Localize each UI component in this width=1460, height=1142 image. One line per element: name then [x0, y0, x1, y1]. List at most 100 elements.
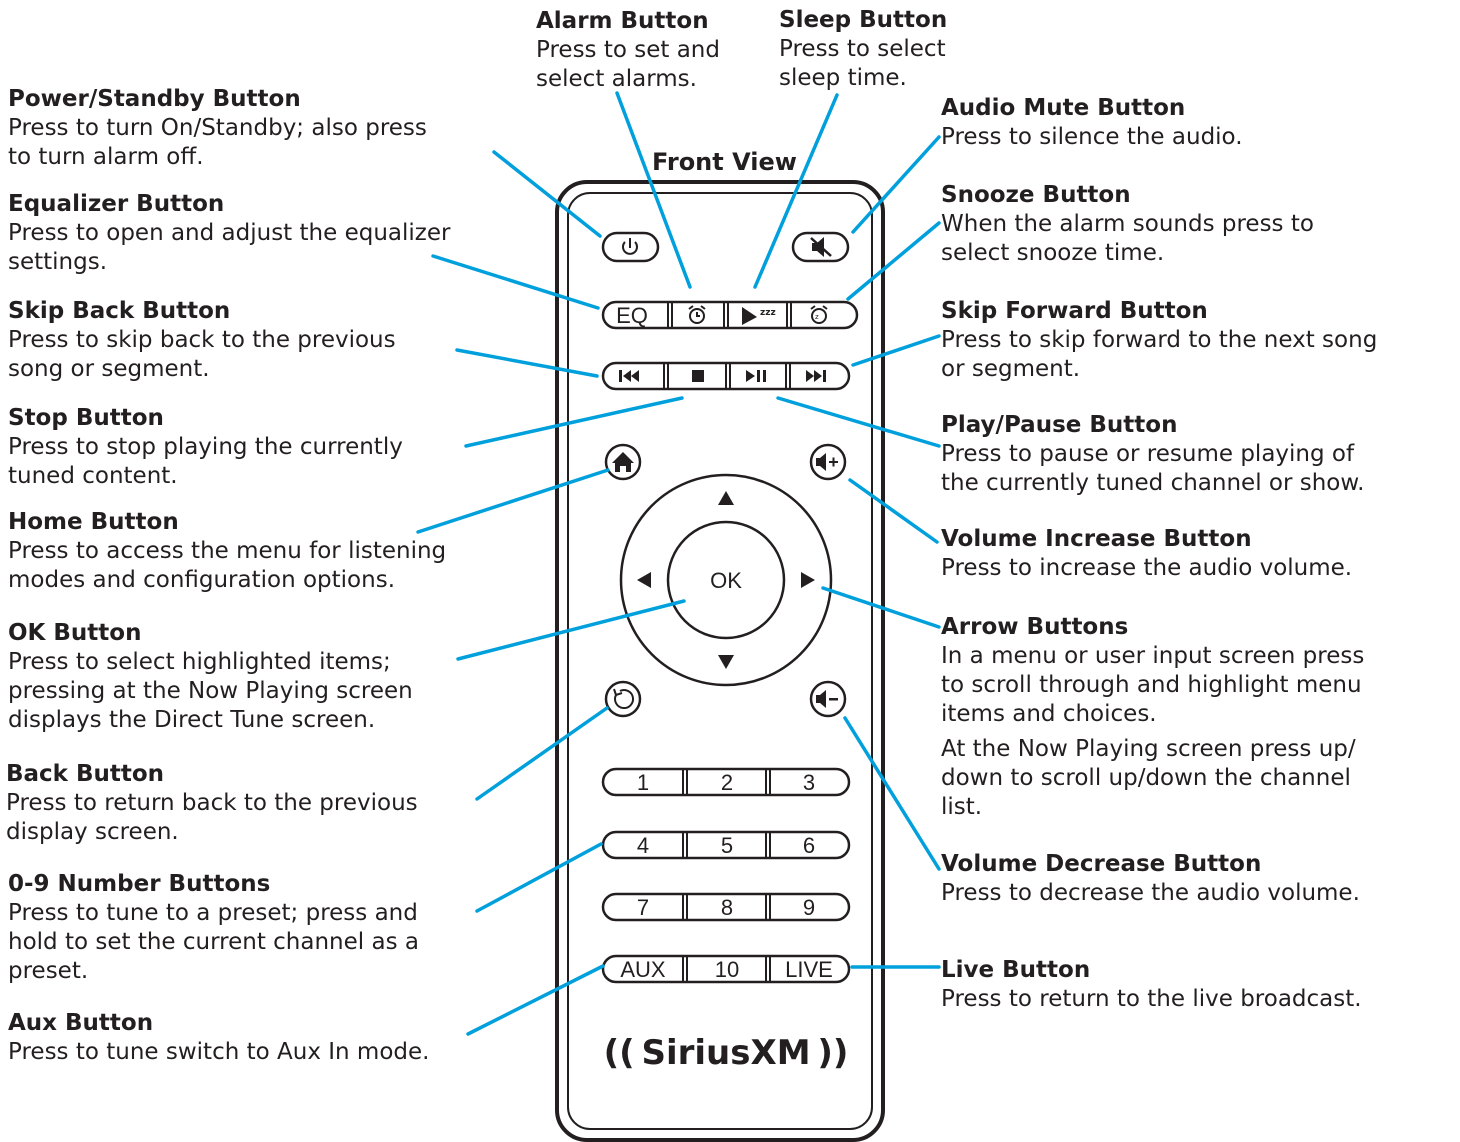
callout-equalizer-title: Equalizer Button — [8, 191, 225, 217]
home-button[interactable] — [604, 443, 642, 481]
callout-arrows-title: Arrow Buttons — [941, 614, 1129, 640]
skip-forward-button[interactable] — [790, 363, 849, 389]
key-num-2-button[interactable]: 2 — [721, 770, 733, 795]
callout-arrows-line: In a menu or user input screen press — [941, 643, 1365, 669]
callout-skip-back-title: Skip Back Button — [8, 298, 231, 324]
callout-alarm-line: Press to set and — [536, 37, 720, 63]
callout-arrows-line: list. — [941, 794, 983, 820]
number-row: 4 5 6 — [601, 830, 851, 860]
key-num-8-button[interactable]: 8 — [721, 895, 733, 920]
callout-ok-line: displays the Direct Tune screen. — [8, 707, 376, 733]
callout-volume-down-line: Press to decrease the audio volume. — [941, 880, 1360, 906]
callout-numbers-line: preset. — [8, 958, 89, 984]
key-num-1-button[interactable]: 1 — [637, 770, 649, 795]
callout-ok-title: OK Button — [8, 620, 142, 646]
stop-icon — [692, 370, 704, 382]
callout-stop: Stop Button Press to stop playing the cu… — [8, 404, 403, 491]
callout-mute: Audio Mute Button Press to silence the a… — [941, 94, 1243, 152]
key-num-4-button[interactable]: 4 — [637, 833, 649, 858]
callout-ok: OK Button Press to select highlighted it… — [8, 619, 413, 735]
callout-back-line: display screen. — [6, 819, 179, 845]
snooze-button[interactable]: z — [791, 302, 848, 328]
callout-volume-down: Volume Decrease Button Press to decrease… — [941, 850, 1360, 908]
callout-numbers-title: 0-9 Number Buttons — [8, 871, 271, 897]
dpad: OK — [619, 473, 833, 687]
number-row: 1 2 3 — [601, 767, 851, 797]
callout-skip-back-line: Press to skip back to the previous — [8, 327, 396, 353]
callout-live-line: Press to return to the live broadcast. — [941, 986, 1362, 1012]
eq-button-label: EQ — [616, 303, 648, 328]
svg-text:z: z — [815, 313, 819, 321]
number-row: 7 8 9 — [601, 892, 851, 922]
callout-snooze-line: When the alarm sounds press to — [941, 211, 1314, 237]
callout-ok-line: Press to select highlighted items; — [8, 649, 391, 675]
callout-home: Home Button Press to access the menu for… — [8, 508, 446, 595]
callout-power-title: Power/Standby Button — [8, 86, 301, 112]
skip-back-button[interactable] — [603, 363, 664, 389]
power-button[interactable] — [601, 231, 660, 263]
key-num-10-button[interactable]: 10 — [715, 957, 739, 982]
volume-down-button[interactable] — [809, 680, 847, 718]
callout-volume-up-line: Press to increase the audio volume. — [941, 555, 1353, 581]
callout-numbers-line: hold to set the current channel as a — [8, 929, 419, 955]
callout-equalizer: Equalizer Button Press to open and adjus… — [8, 190, 450, 277]
callout-equalizer-line: settings. — [8, 249, 108, 275]
key-live-button[interactable]: LIVE — [785, 957, 833, 982]
callout-skip-forward-title: Skip Forward Button — [941, 298, 1208, 324]
callout-live-title: Live Button — [941, 957, 1091, 983]
callout-stop-line: Press to stop playing the currently — [8, 434, 403, 460]
callout-volume-up: Volume Increase Button Press to increase… — [941, 525, 1352, 583]
callout-mute-title: Audio Mute Button — [941, 95, 1186, 121]
callout-numbers-line: Press to tune to a preset; press and — [8, 900, 418, 926]
callout-home-title: Home Button — [8, 509, 179, 535]
callout-sleep: Sleep Button Press to select sleep time. — [779, 6, 947, 93]
callout-arrows: Arrow Buttons In a menu or user input sc… — [941, 613, 1364, 822]
callout-numbers: 0-9 Number Buttons Press to tune to a pr… — [8, 870, 419, 986]
callout-alarm-title: Alarm Button — [536, 8, 709, 34]
callout-home-line: modes and configuration options. — [8, 567, 396, 593]
callout-alarm-line: select alarms. — [536, 66, 697, 92]
callout-back-title: Back Button — [6, 761, 165, 787]
callout-play-pause-line: the currently tuned channel or show. — [941, 470, 1365, 496]
callout-arrows-line: items and choices. — [941, 701, 1157, 727]
key-num-6-button[interactable]: 6 — [803, 833, 815, 858]
callout-snooze: Snooze Button When the alarm sounds pres… — [941, 181, 1314, 268]
callout-arrows-line: to scroll through and highlight menu — [941, 672, 1362, 698]
callout-play-pause-line: Press to pause or resume playing of — [941, 441, 1355, 467]
ok-button-label: OK — [710, 568, 742, 593]
aux-row: AUX 10 LIVE — [601, 954, 851, 984]
callout-sleep-line: Press to select — [779, 36, 946, 62]
callout-stop-title: Stop Button — [8, 405, 164, 431]
callout-volume-up-title: Volume Increase Button — [941, 526, 1252, 552]
callout-skip-forward: Skip Forward Button Press to skip forwar… — [941, 297, 1377, 384]
callout-sleep-line: sleep time. — [779, 65, 907, 91]
key-aux-button[interactable]: AUX — [620, 957, 666, 982]
key-num-7-button[interactable]: 7 — [637, 895, 649, 920]
sleep-button[interactable]: zzz — [728, 302, 787, 328]
callout-skip-forward-line: Press to skip forward to the next song — [941, 327, 1378, 353]
callout-arrows-line: down to scroll up/down the channel — [941, 765, 1351, 791]
callout-mute-line: Press to silence the audio. — [941, 124, 1243, 150]
callout-back: Back Button Press to return back to the … — [6, 760, 418, 847]
stop-button[interactable] — [668, 363, 726, 389]
svg-text:zzz: zzz — [760, 308, 776, 318]
callout-skip-forward-line: or segment. — [941, 356, 1081, 382]
callout-aux-title: Aux Button — [8, 1010, 154, 1036]
callout-power-line: Press to turn On/Standby; also press — [8, 115, 427, 141]
callout-live: Live Button Press to return to the live … — [941, 956, 1362, 1014]
alarm-button[interactable] — [672, 302, 724, 328]
callout-snooze-title: Snooze Button — [941, 182, 1131, 208]
callout-aux-line: Press to tune switch to Aux In mode. — [8, 1039, 430, 1065]
volume-up-button[interactable] — [809, 443, 847, 481]
callout-skip-back: Skip Back Button Press to skip back to t… — [8, 297, 396, 384]
callout-sleep-title: Sleep Button — [779, 7, 948, 33]
key-num-9-button[interactable]: 9 — [803, 895, 815, 920]
svg-text:(( SiriusXM )): (( SiriusXM )) — [604, 1033, 849, 1073]
mute-button[interactable] — [791, 231, 850, 263]
callout-snooze-line: select snooze time. — [941, 240, 1165, 266]
key-num-3-button[interactable]: 3 — [803, 770, 815, 795]
callout-skip-back-line: song or segment. — [8, 356, 210, 382]
back-button[interactable] — [604, 680, 642, 718]
key-num-5-button[interactable]: 5 — [721, 833, 733, 858]
play-pause-button[interactable] — [730, 363, 786, 389]
